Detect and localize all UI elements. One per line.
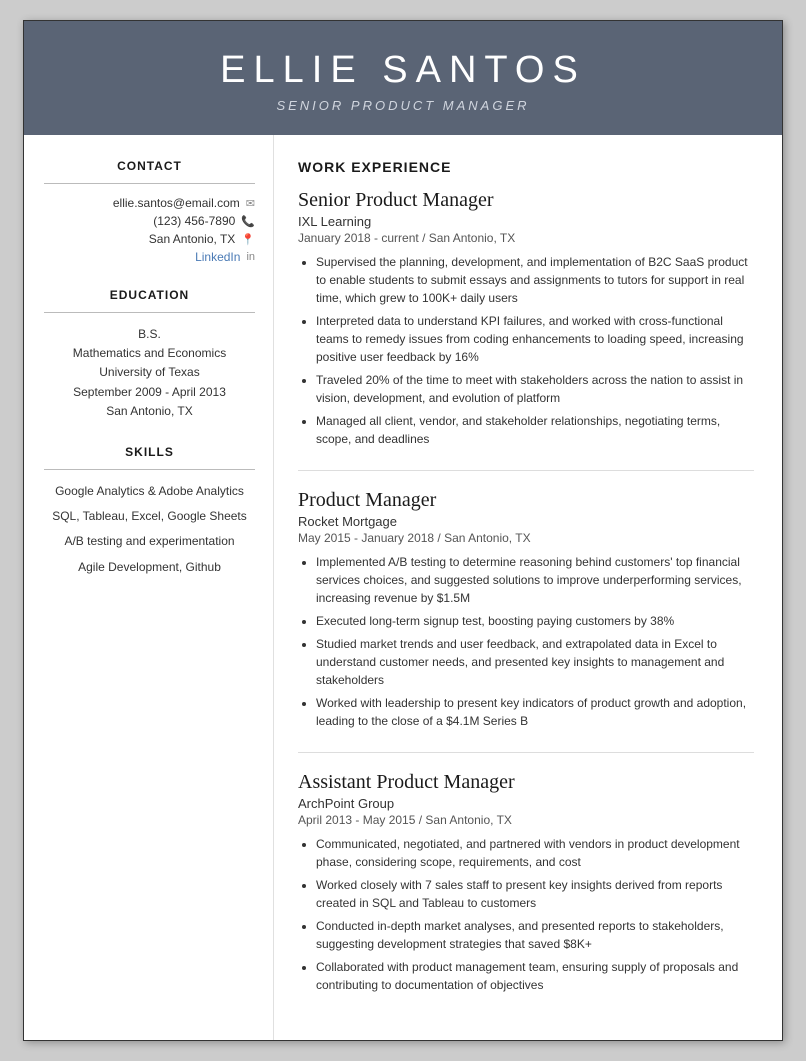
edu-school: University of Texas: [44, 363, 255, 382]
skill-3: A/B testing and experimentation: [44, 532, 255, 551]
job-2-bullet-3: Studied market trends and user feedback,…: [316, 635, 754, 689]
skills-title: SKILLS: [44, 445, 255, 459]
location-icon: 📍: [241, 233, 255, 246]
job-1: Senior Product Manager IXL Learning Janu…: [298, 189, 754, 448]
job-1-bullet-2: Interpreted data to understand KPI failu…: [316, 312, 754, 366]
edu-city: San Antonio, TX: [44, 402, 255, 421]
contact-section: CONTACT ellie.santos@email.com ✉ (123) 4…: [44, 159, 255, 264]
skills-divider: [44, 469, 255, 470]
phone-item: (123) 456-7890 📞: [44, 214, 255, 228]
job-3-title: Assistant Product Manager: [298, 771, 754, 794]
linkedin-link[interactable]: LinkedIn: [195, 250, 240, 264]
education-block: B.S. Mathematics and Economics Universit…: [44, 325, 255, 421]
job-3-bullets: Communicated, negotiated, and partnered …: [298, 835, 754, 994]
education-title: EDUCATION: [44, 288, 255, 302]
job-3-bullet-4: Collaborated with product management tea…: [316, 958, 754, 994]
job-1-bullets: Supervised the planning, development, an…: [298, 253, 754, 448]
divider-2: [298, 752, 754, 753]
job-3-bullet-1: Communicated, negotiated, and partnered …: [316, 835, 754, 871]
work-experience-title: WORK EXPERIENCE: [298, 159, 754, 175]
sidebar: CONTACT ellie.santos@email.com ✉ (123) 4…: [24, 135, 274, 1040]
job-1-title: Senior Product Manager: [298, 189, 754, 212]
job-2-bullet-2: Executed long-term signup test, boosting…: [316, 612, 754, 630]
job-3-bullet-3: Conducted in-depth market analyses, and …: [316, 917, 754, 953]
job-3-bullet-2: Worked closely with 7 sales staff to pre…: [316, 876, 754, 912]
main-content: WORK EXPERIENCE Senior Product Manager I…: [274, 135, 782, 1040]
location-text: San Antonio, TX: [149, 232, 236, 246]
resume-container: ELLIE SANTOS SENIOR PRODUCT MANAGER CONT…: [23, 20, 783, 1041]
skills-block: Google Analytics & Adobe Analytics SQL, …: [44, 482, 255, 577]
skill-2: SQL, Tableau, Excel, Google Sheets: [44, 507, 255, 526]
education-section: EDUCATION B.S. Mathematics and Economics…: [44, 288, 255, 421]
job-3: Assistant Product Manager ArchPoint Grou…: [298, 771, 754, 994]
job-1-company: IXL Learning: [298, 214, 754, 229]
job-2-meta: May 2015 - January 2018 / San Antonio, T…: [298, 531, 754, 545]
job-2-bullet-4: Worked with leadership to present key in…: [316, 694, 754, 730]
phone-icon: 📞: [241, 215, 255, 228]
skills-section: SKILLS Google Analytics & Adobe Analytic…: [44, 445, 255, 577]
email-item: ellie.santos@email.com ✉: [44, 196, 255, 210]
contact-divider: [44, 183, 255, 184]
job-2-company: Rocket Mortgage: [298, 514, 754, 529]
header: ELLIE SANTOS SENIOR PRODUCT MANAGER: [24, 21, 782, 135]
contact-title: CONTACT: [44, 159, 255, 173]
job-1-bullet-4: Managed all client, vendor, and stakehol…: [316, 412, 754, 448]
edu-major: Mathematics and Economics: [44, 344, 255, 363]
job-1-meta: January 2018 - current / San Antonio, TX: [298, 231, 754, 245]
job-2-title: Product Manager: [298, 489, 754, 512]
linkedin-icon: in: [246, 251, 255, 263]
job-3-company: ArchPoint Group: [298, 796, 754, 811]
skill-1: Google Analytics & Adobe Analytics: [44, 482, 255, 501]
job-1-bullet-1: Supervised the planning, development, an…: [316, 253, 754, 307]
body: CONTACT ellie.santos@email.com ✉ (123) 4…: [24, 135, 782, 1040]
job-2: Product Manager Rocket Mortgage May 2015…: [298, 489, 754, 730]
education-divider: [44, 312, 255, 313]
job-2-bullets: Implemented A/B testing to determine rea…: [298, 553, 754, 730]
job-1-bullet-3: Traveled 20% of the time to meet with st…: [316, 371, 754, 407]
email-icon: ✉: [246, 197, 255, 210]
edu-degree: B.S.: [44, 325, 255, 344]
candidate-name: ELLIE SANTOS: [44, 49, 762, 92]
skill-4: Agile Development, Github: [44, 558, 255, 577]
linkedin-item[interactable]: LinkedIn in: [44, 250, 255, 264]
job-2-bullet-1: Implemented A/B testing to determine rea…: [316, 553, 754, 607]
location-item: San Antonio, TX 📍: [44, 232, 255, 246]
divider-1: [298, 470, 754, 471]
phone-text: (123) 456-7890: [153, 214, 235, 228]
job-3-meta: April 2013 - May 2015 / San Antonio, TX: [298, 813, 754, 827]
edu-dates: September 2009 - April 2013: [44, 383, 255, 402]
email-text: ellie.santos@email.com: [113, 196, 240, 210]
candidate-title: SENIOR PRODUCT MANAGER: [44, 98, 762, 113]
